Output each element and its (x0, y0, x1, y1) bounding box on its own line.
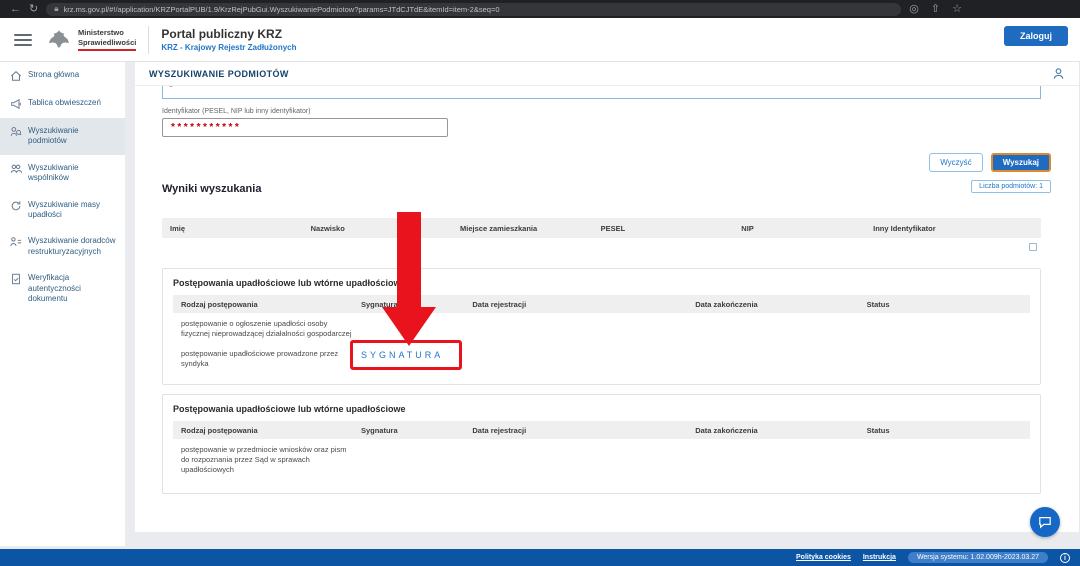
chat-bubble-icon (1037, 514, 1053, 530)
header-divider (148, 26, 149, 54)
proceedings-section-2: Postępowania upadłościowe lub wtórne upa… (162, 394, 1041, 494)
cycle-icon (10, 200, 22, 212)
clear-button[interactable]: Wyczyść (929, 153, 982, 172)
lock-icon: 🔒︎ (54, 4, 58, 14)
clipped-input-field[interactable]: * (162, 86, 1041, 99)
section-title: Postępowania upadłościowe lub wtórne upa… (173, 404, 1030, 414)
share-icon[interactable]: ⇧ (931, 0, 940, 18)
sidebar-item-estate-search[interactable]: Wyszukiwanie masy upadłości (0, 192, 125, 229)
user-icon[interactable] (1052, 67, 1065, 80)
bookmark-star-icon[interactable]: ☆ (952, 0, 962, 18)
identifier-input[interactable] (162, 118, 448, 137)
clipped-field-value: * (169, 86, 173, 93)
document-check-icon (10, 273, 22, 285)
sidebar-item-entity-search[interactable]: Wyszukiwanie podmiotów (0, 118, 125, 155)
table-settings-icon[interactable] (1029, 243, 1037, 251)
results-heading: Wyniki wyszukania (162, 183, 261, 195)
page-titlebar: WYSZUKIWANIE PODMIOTÓW (135, 62, 1079, 86)
proceedings-section-1: Postępowania upadłościowe lub wtórne upa… (162, 268, 1041, 385)
eagle-emblem-icon (46, 27, 72, 53)
megaphone-icon (10, 98, 22, 110)
system-version-badge: Wersja systemu: 1.02.009h-2023.03.27 (908, 552, 1048, 563)
main-content: WYSZUKIWANIE PODMIOTÓW * Identyfikator (… (135, 62, 1080, 532)
sidebar-item-announcements[interactable]: Tablica obwieszczeń (0, 90, 125, 118)
table-row: postępowanie w przedmiocie wniosków oraz… (173, 439, 1030, 479)
sidebar-item-home[interactable]: Strona główna (0, 62, 125, 90)
search-button[interactable]: Wyszukaj (991, 153, 1051, 172)
section-title: Postępowania upadłościowe lub wtórne upa… (173, 278, 1030, 288)
portal-subtitle: KRZ - Krajowy Rejestr Zadłużonych (161, 43, 296, 52)
cookies-policy-link[interactable]: Polityka cookies (796, 554, 851, 561)
manual-link[interactable]: Instrukcja (863, 554, 896, 561)
people-icon (10, 163, 22, 175)
ministry-name-line2: Sprawiedliwości (78, 38, 136, 47)
proceedings-table-header: Rodzaj postępowania Sygnatura Data rejes… (173, 421, 1030, 439)
privacy-icon[interactable]: ◎ (909, 0, 919, 18)
url-bar[interactable]: 🔒︎ krz.ms.gov.pl/#!/application/KRZPorta… (46, 3, 901, 16)
sidebar: Strona główna Tablica obwieszczeń Wyszuk… (0, 62, 125, 546)
browser-bar: ← ↻ 🔒︎ krz.ms.gov.pl/#!/application/KRZP… (0, 0, 1080, 18)
refresh-icon[interactable]: ↻ (29, 0, 38, 18)
entity-count-badge: Liczba podmiotów: 1 (971, 180, 1051, 193)
app-header: Ministerstwo Sprawiedliwości Portal publ… (0, 18, 1080, 62)
logo-red-underline (78, 49, 136, 51)
chat-button[interactable] (1030, 507, 1060, 537)
url-text: krz.ms.gov.pl/#!/application/KRZPortalPU… (63, 5, 499, 14)
menu-icon[interactable] (14, 34, 32, 46)
page-title: WYSZUKIWANIE PODMIOTÓW (149, 69, 289, 79)
col-residence: Miejsce zamieszkania (452, 224, 593, 233)
person-search-icon (10, 126, 22, 138)
home-icon (10, 70, 22, 82)
ministry-logo: Ministerstwo Sprawiedliwości (46, 27, 148, 53)
sidebar-item-advisors-search[interactable]: Wyszukiwanie doradców restrukturyzacyjny… (0, 228, 125, 265)
table-row: postępowanie o ogłoszenie upadłości osob… (173, 313, 1030, 343)
ministry-name-line1: Ministerstwo (78, 28, 136, 37)
info-icon[interactable]: i (1060, 553, 1070, 563)
sidebar-item-document-verification[interactable]: Weryfikacja autentyczności dokumentu (0, 265, 125, 312)
col-lastname: Nazwisko (303, 224, 452, 233)
proceedings-table-header: Rodzaj postępowania Sygnatura Data rejes… (173, 295, 1030, 313)
person-table-header: Imię Nazwisko Miejsce zamieszkania PESEL… (162, 218, 1041, 238)
col-nip: NIP (733, 224, 865, 233)
back-icon[interactable]: ← (10, 0, 21, 18)
footer: Polityka cookies Instrukcja Wersja syste… (0, 549, 1080, 566)
col-firstname: Imię (162, 224, 303, 233)
identifier-label: Identyfikator (PESEL, NIP lub inny ident… (162, 108, 311, 115)
portal-title: Portal publiczny KRZ (161, 27, 296, 41)
sidebar-item-partner-search[interactable]: Wyszukiwanie wspólników (0, 155, 125, 192)
login-button[interactable]: Zaloguj (1004, 26, 1068, 46)
table-row: postępowanie upadłościowe prowadzone prz… (173, 343, 1030, 373)
signature-link[interactable]: SYGNATURA (361, 350, 443, 360)
col-pesel: PESEL (593, 224, 734, 233)
col-other-id: Inny Identyfikator (865, 224, 1041, 233)
advisor-list-icon (10, 236, 22, 248)
